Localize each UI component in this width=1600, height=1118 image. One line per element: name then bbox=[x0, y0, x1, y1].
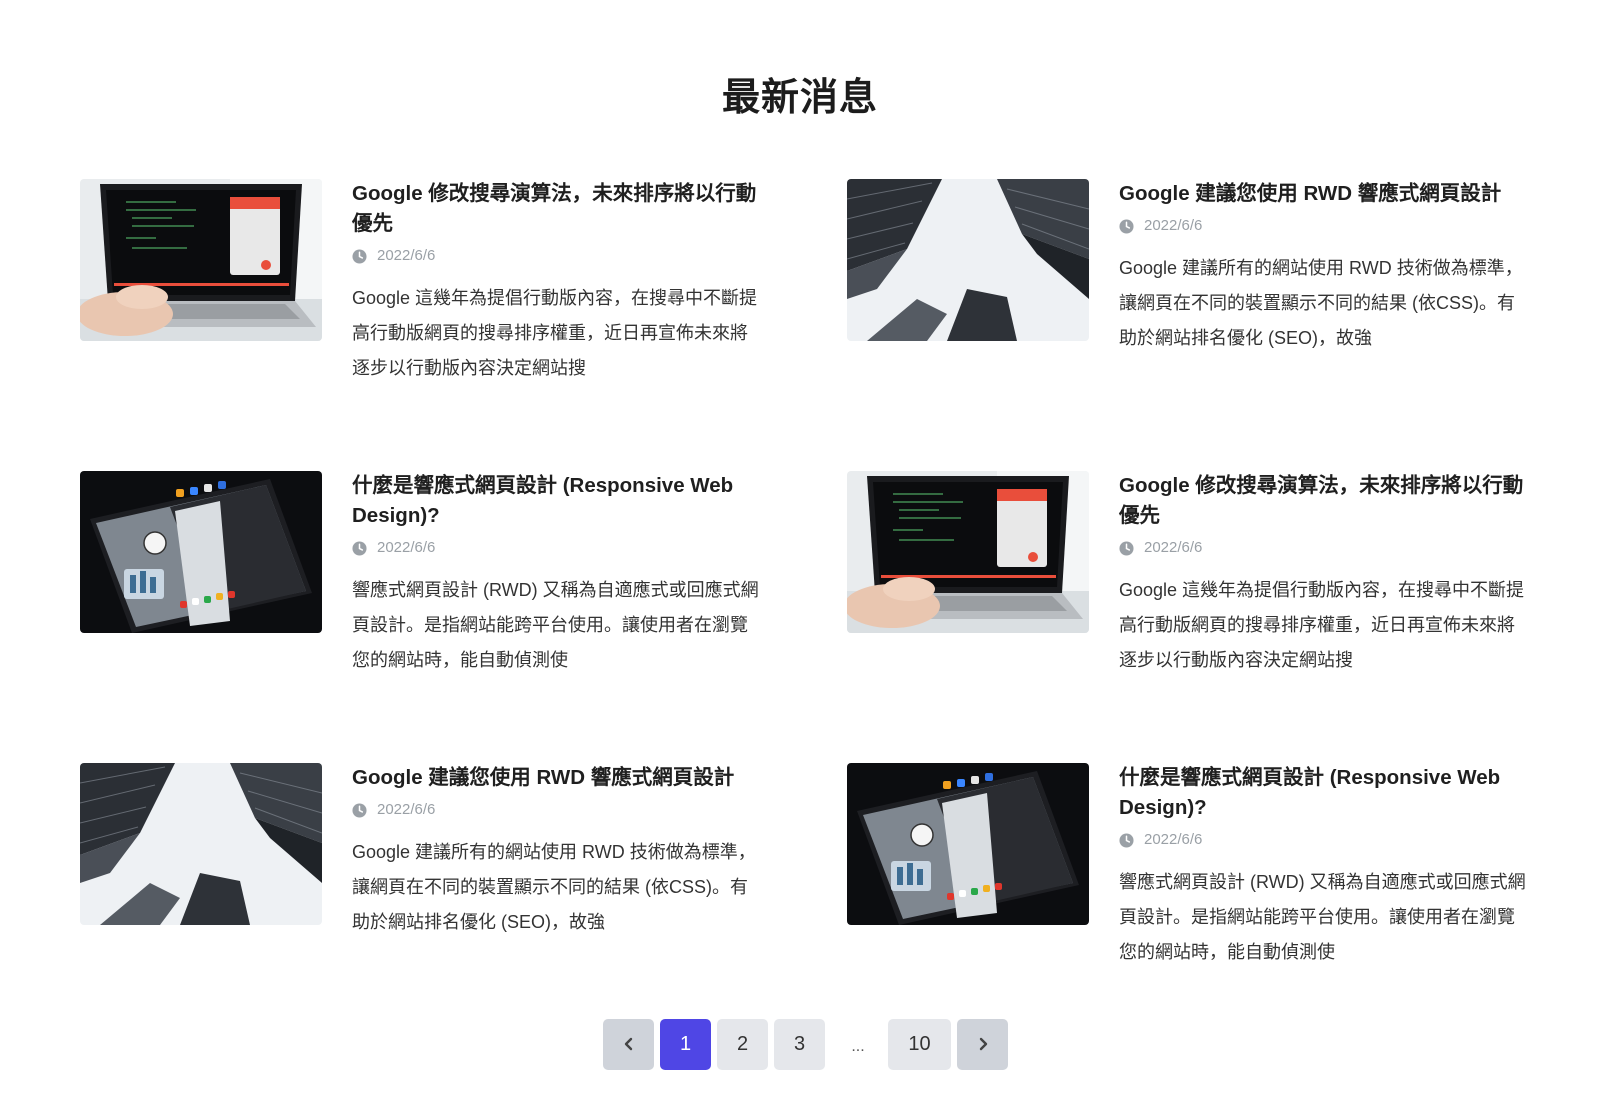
news-card[interactable]: 什麼是響應式網頁設計 (Responsive Web Design)? 2022… bbox=[80, 471, 760, 731]
news-excerpt: Google 這幾年為提倡行動版內容，在搜尋中不斷提高行動版網頁的搜尋排序權重，… bbox=[1119, 580, 1525, 670]
pagination: 1 2 3 ... 10 bbox=[0, 1019, 1600, 1071]
next-page-button[interactable] bbox=[957, 1019, 1008, 1070]
news-card[interactable]: Google 修改搜尋演算法，未來排序將以行動優先 2022/6/6 Googl… bbox=[847, 471, 1527, 731]
news-excerpt: Google 建議所有的網站使用 RWD 技術做為標準，讓網頁在不同的裝置顯示不… bbox=[352, 842, 756, 932]
news-title[interactable]: Google 建議您使用 RWD 響應式網頁設計 bbox=[1119, 179, 1529, 209]
clock-icon bbox=[1119, 832, 1134, 848]
clock-icon bbox=[352, 248, 367, 264]
page-title: 最新消息 bbox=[721, 77, 878, 119]
news-date: 2022/6/6 bbox=[1119, 829, 1529, 851]
news-excerpt: 響應式網頁設計 (RWD) 又稱為自適應式或回應式網頁設計。是指網站能跨平台使用… bbox=[352, 580, 759, 670]
prev-page-button[interactable] bbox=[603, 1019, 654, 1070]
clock-icon bbox=[352, 540, 367, 556]
news-card[interactable]: Google 建議您使用 RWD 響應式網頁設計 2022/6/6 Google… bbox=[80, 763, 760, 1023]
news-excerpt: Google 這幾年為提倡行動版內容，在搜尋中不斷提高行動版網頁的搜尋排序權重，… bbox=[352, 288, 758, 378]
news-date: 2022/6/6 bbox=[1119, 215, 1529, 237]
news-date-text: 2022/6/6 bbox=[1144, 539, 1203, 556]
news-date: 2022/6/6 bbox=[352, 799, 762, 821]
news-date-text: 2022/6/6 bbox=[1144, 217, 1203, 234]
news-thumbnail-laptop[interactable] bbox=[847, 471, 1089, 633]
news-card[interactable]: 什麼是響應式網頁設計 (Responsive Web Design)? 2022… bbox=[847, 763, 1527, 1023]
news-title[interactable]: Google 修改搜尋演算法，未來排序將以行動優先 bbox=[352, 179, 762, 239]
news-thumbnail-skyscrapers[interactable] bbox=[80, 763, 322, 925]
news-card[interactable]: Google 建議您使用 RWD 響應式網頁設計 2022/6/6 Google… bbox=[847, 179, 1527, 439]
news-title[interactable]: 什麼是響應式網頁設計 (Responsive Web Design)? bbox=[1119, 763, 1529, 823]
page-button-last[interactable]: 10 bbox=[888, 1019, 951, 1070]
news-date: 2022/6/6 bbox=[1119, 537, 1529, 559]
news-date: 2022/6/6 bbox=[352, 537, 762, 559]
news-title[interactable]: Google 修改搜尋演算法，未來排序將以行動優先 bbox=[1119, 471, 1529, 531]
news-date-text: 2022/6/6 bbox=[1144, 831, 1203, 848]
page-button-2[interactable]: 2 bbox=[717, 1019, 768, 1070]
news-thumbnail-laptop[interactable] bbox=[80, 179, 322, 341]
news-date-text: 2022/6/6 bbox=[377, 801, 436, 818]
page-button-3[interactable]: 3 bbox=[774, 1019, 825, 1070]
chevron-left-icon bbox=[624, 1037, 632, 1051]
clock-icon bbox=[1119, 218, 1134, 234]
news-date-text: 2022/6/6 bbox=[377, 539, 436, 556]
news-date: 2022/6/6 bbox=[352, 245, 762, 267]
news-thumbnail-tablet[interactable] bbox=[847, 763, 1089, 925]
news-card[interactable]: Google 修改搜尋演算法，未來排序將以行動優先 2022/6/6 Googl… bbox=[80, 179, 760, 439]
chevron-right-icon bbox=[979, 1037, 987, 1051]
clock-icon bbox=[352, 802, 367, 818]
clock-icon bbox=[1119, 540, 1134, 556]
news-thumbnail-skyscrapers[interactable] bbox=[847, 179, 1089, 341]
news-excerpt: Google 建議所有的網站使用 RWD 技術做為標準，讓網頁在不同的裝置顯示不… bbox=[1119, 258, 1523, 348]
news-title[interactable]: Google 建議您使用 RWD 響應式網頁設計 bbox=[352, 763, 762, 793]
page-button-1[interactable]: 1 bbox=[660, 1019, 711, 1070]
page-ellipsis: ... bbox=[851, 1038, 865, 1055]
news-title[interactable]: 什麼是響應式網頁設計 (Responsive Web Design)? bbox=[352, 471, 762, 531]
news-excerpt: 響應式網頁設計 (RWD) 又稱為自適應式或回應式網頁設計。是指網站能跨平台使用… bbox=[1119, 872, 1526, 962]
news-thumbnail-tablet[interactable] bbox=[80, 471, 322, 633]
news-date-text: 2022/6/6 bbox=[377, 247, 436, 264]
